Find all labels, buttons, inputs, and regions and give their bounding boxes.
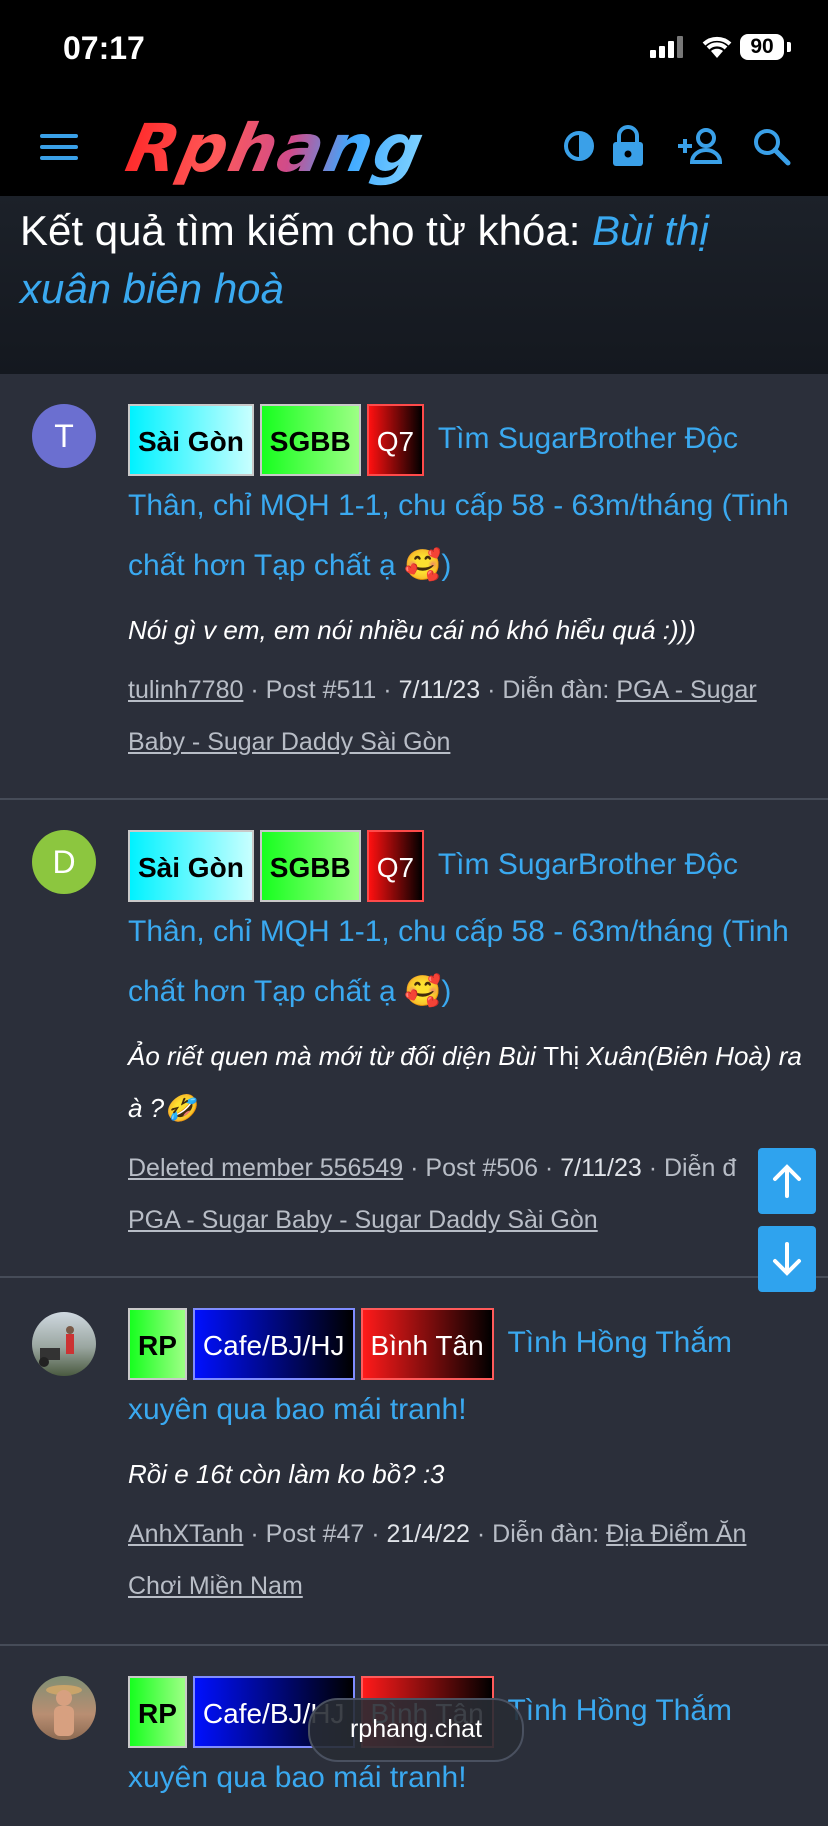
tag-binhtan[interactable]: Bình Tân — [360, 1308, 494, 1380]
post-date: 7/11/23 — [398, 676, 481, 704]
url-pill[interactable]: rphang.chat — [308, 1698, 524, 1762]
tag-rp[interactable]: RP — [128, 1676, 187, 1748]
result-meta: Deleted member 556549 · Post #506 · 7/11… — [128, 1154, 737, 1182]
page-title: Kết quả tìm kiếm cho từ khóa: Bùi thị xu… — [20, 202, 810, 318]
post-number: Post #506 — [425, 1154, 538, 1182]
avatar[interactable]: D — [32, 830, 96, 894]
result-snippet: Ảo riết quen mà mới từ đối diện Bùi Thị … — [128, 1030, 804, 1134]
tag-saigon[interactable]: Sài Gòn — [128, 404, 254, 476]
post-number: Post #511 — [265, 676, 377, 704]
title-prefix: Kết quả tìm kiếm cho từ khóa: — [20, 207, 593, 254]
result-item: D Sài Gòn SGBB Q7 Tìm SugarBrother Độc Thâ… — [0, 800, 828, 1278]
result-title[interactable]: Sài Gòn SGBB Q7 Tìm SugarBrother Độc Thân,… — [128, 830, 804, 1022]
wifi-icon — [700, 34, 734, 65]
search-icon[interactable] — [752, 124, 792, 173]
site-logo[interactable]: Rphang — [120, 110, 432, 187]
avatar[interactable]: T — [32, 404, 96, 468]
avatar[interactable] — [32, 1676, 96, 1740]
scroll-down-button[interactable] — [758, 1226, 816, 1292]
author-link[interactable]: AnhXTanh — [128, 1520, 243, 1548]
post-number: Post #47 — [265, 1520, 365, 1548]
menu-icon[interactable] — [40, 134, 78, 160]
battery-icon: 90 — [740, 34, 784, 60]
snippet-part: Ảo riết quen mà mới từ đối diện Bùi — [128, 1041, 544, 1071]
add-user-icon[interactable] — [676, 124, 724, 173]
result-title[interactable]: Sài Gòn SGBB Q7 Tìm SugarBrother Độc Thân,… — [128, 404, 804, 596]
lock-icon[interactable] — [610, 124, 646, 173]
cellular-signal-icon — [650, 36, 686, 58]
forum-label: Diễn đàn: — [502, 676, 610, 704]
forum-label: Diễn đ — [663, 1154, 737, 1182]
result-meta-forum: PGA - Sugar Baby - Sugar Daddy Sài Gòn — [128, 1194, 804, 1246]
forum-link[interactable]: PGA - Sugar Baby - Sugar Daddy Sài Gòn — [128, 1206, 598, 1234]
author-link[interactable]: tulinh7780 — [128, 676, 243, 704]
tag-saigon[interactable]: Sài Gòn — [128, 830, 254, 902]
snippet-highlight: Thị — [543, 1041, 580, 1071]
result-meta: AnhXTanh · Post #47 · 21/4/22 · Diễn đàn… — [128, 1520, 747, 1600]
avatar[interactable] — [32, 1312, 96, 1376]
tag-q7[interactable]: Q7 — [366, 404, 425, 476]
scroll-up-button[interactable] — [758, 1148, 816, 1214]
tag-cafe[interactable]: Cafe/BJ/HJ — [192, 1308, 355, 1380]
theme-toggle-icon[interactable] — [562, 124, 596, 173]
result-item: T Sài Gòn SGBB Q7 Tìm SugarBrother Độc Thâ… — [0, 374, 828, 800]
status-time: 07:17 — [63, 30, 145, 66]
status-bar: 07:17 90 — [0, 0, 828, 96]
tag-sgbb[interactable]: SGBB — [259, 830, 361, 902]
forum-label: Diễn đàn: — [492, 1520, 600, 1548]
tag-rp[interactable]: RP — [128, 1308, 187, 1380]
post-date: 21/4/22 — [386, 1520, 470, 1548]
result-item: RPCafe/BJ/HJBình Tân Tình Hồng Thắm xuyê… — [0, 1278, 828, 1646]
result-meta: tulinh7780 · Post #511 · 7/11/23 · Diễn … — [128, 676, 757, 756]
author-link[interactable]: Deleted member 556549 — [128, 1154, 403, 1182]
tag-q7[interactable]: Q7 — [366, 830, 425, 902]
result-snippet: Rồi e 16t còn làm ko bồ? :3 — [128, 1459, 445, 1489]
arrow-up-icon — [773, 1164, 801, 1198]
battery-tip — [787, 42, 791, 52]
tag-sgbb[interactable]: SGBB — [259, 404, 361, 476]
arrow-down-icon — [773, 1242, 801, 1276]
top-navbar: Rphang — [0, 96, 828, 196]
result-snippet: Nói gì v em, em nói nhiều cái nó khó hiể… — [128, 615, 696, 645]
search-results: T Sài Gòn SGBB Q7 Tìm SugarBrother Độc Thâ… — [0, 374, 828, 1826]
search-header: Kết quả tìm kiếm cho từ khóa: Bùi thị xu… — [0, 196, 828, 374]
result-title[interactable]: RPCafe/BJ/HJBình Tân Tình Hồng Thắm xuyê… — [128, 1308, 804, 1440]
post-date: 7/11/23 — [560, 1154, 642, 1182]
